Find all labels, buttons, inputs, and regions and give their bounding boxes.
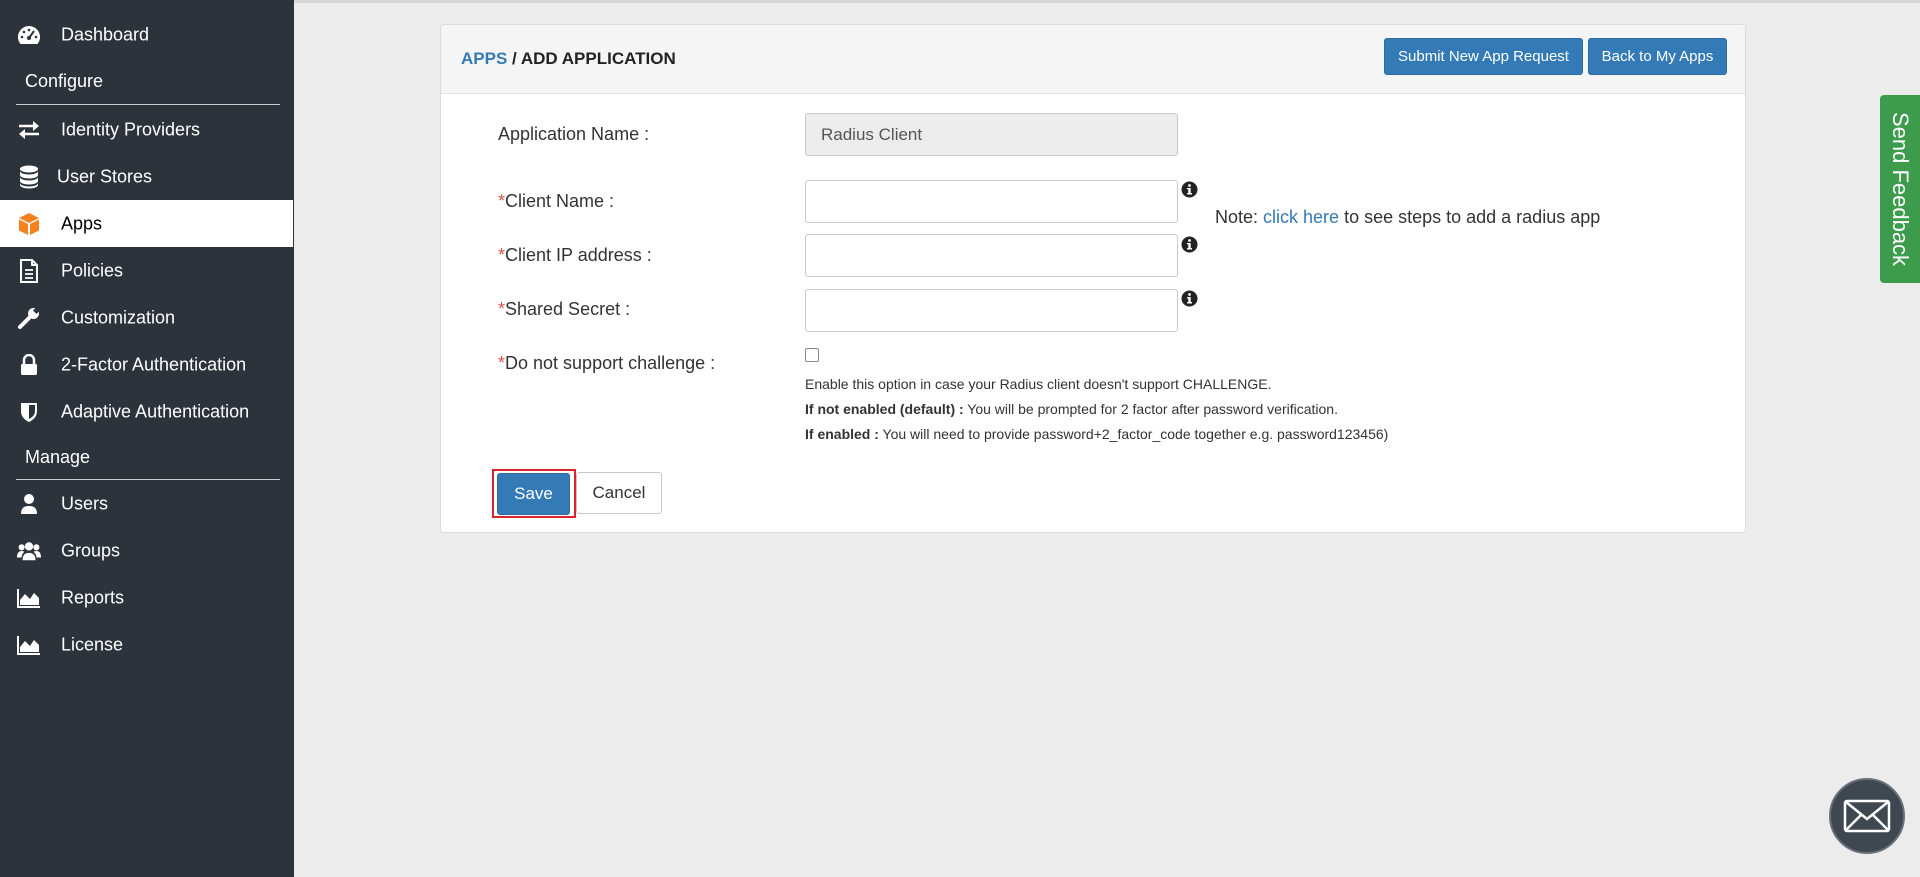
sidebar-item-label: 2-Factor Authentication: [61, 354, 247, 374]
help-text-line1: Enable this option in case your Radius c…: [805, 376, 1272, 392]
breadcrumb: APPS / ADD APPLICATION: [461, 49, 676, 69]
required-mark: *: [498, 191, 506, 211]
client-ip-field[interactable]: [805, 234, 1178, 277]
sidebar-item-reports[interactable]: Reports: [0, 574, 293, 621]
sidebar-item-label: Dashboard: [61, 24, 150, 44]
section-configure: Configure: [25, 71, 104, 91]
sidebar-item-user-stores[interactable]: User Stores: [0, 153, 293, 200]
send-feedback-tab[interactable]: Send Feedback: [1880, 95, 1920, 283]
client-ip-label-text: Client IP address :: [505, 245, 652, 265]
add-application-panel: APPS / ADD APPLICATION Submit New App Re…: [440, 24, 1746, 533]
section-manage: Manage: [25, 447, 91, 467]
shield-icon: [17, 400, 41, 424]
challenge-label-text: Do not support challenge :: [505, 353, 716, 373]
sidebar-item-apps[interactable]: Apps: [0, 200, 293, 247]
sidebar-item-label: Policies: [61, 260, 124, 280]
top-border: [294, 0, 1920, 3]
radius-note: Note: click here to see steps to add a r…: [1215, 207, 1600, 228]
application-name-label: Application Name :: [498, 124, 650, 144]
send-feedback-label: Send Feedback: [1888, 111, 1913, 267]
sidebar-item-label: User Stores: [57, 166, 153, 186]
do-not-support-challenge-checkbox[interactable]: [805, 348, 819, 362]
document-icon: [17, 258, 41, 283]
click-here-link[interactable]: click here: [1263, 207, 1339, 227]
sidebar-item-label: Adaptive Authentication: [61, 401, 250, 421]
breadcrumb-apps-link[interactable]: APPS: [461, 49, 507, 68]
sidebar-item-policies[interactable]: Policies: [0, 247, 293, 294]
required-mark: *: [498, 245, 506, 265]
sidebar-item-2fa[interactable]: 2-Factor Authentication: [0, 341, 293, 388]
help-text-line2: If not enabled (default) : You will be p…: [805, 401, 1338, 417]
info-icon[interactable]: [1181, 290, 1198, 307]
help-line2-text: You will be prompted for 2 factor after …: [963, 401, 1338, 417]
note-suffix: to see steps to add a radius app: [1339, 207, 1601, 227]
sidebar-item-label: Identity Providers: [61, 119, 201, 139]
sidebar-item-groups[interactable]: Groups: [0, 527, 293, 574]
sidebar-item-users[interactable]: Users: [0, 480, 293, 527]
help-text-line3: If enabled : You will need to provide pa…: [805, 426, 1388, 442]
back-to-my-apps-button[interactable]: Back to My Apps: [1588, 38, 1727, 75]
divider: [16, 104, 280, 105]
envelope-icon: [1843, 799, 1891, 833]
save-button[interactable]: Save: [497, 473, 570, 515]
shared-secret-field[interactable]: [805, 289, 1178, 332]
area-chart-icon: [17, 586, 41, 610]
required-mark: *: [498, 299, 506, 319]
sidebar-item-adaptive-auth[interactable]: Adaptive Authentication: [0, 388, 293, 435]
sidebar-item-label: Customization: [61, 307, 176, 327]
client-name-label: *Client Name :: [498, 191, 614, 212]
dashboard-icon: [17, 23, 41, 47]
sidebar-item-label: License: [61, 634, 124, 654]
users-group-icon: [17, 539, 41, 563]
sidebar-item-customization[interactable]: Customization: [0, 294, 293, 341]
mail-chat-button[interactable]: [1829, 778, 1905, 854]
client-ip-label: *Client IP address :: [498, 245, 652, 266]
sidebar-item-dashboard[interactable]: Dashboard: [0, 11, 293, 58]
cube-icon: [17, 212, 41, 236]
breadcrumb-separator: /: [507, 49, 521, 68]
sidebar-item-label: Apps: [61, 213, 103, 233]
submit-new-app-request-button[interactable]: Submit New App Request: [1384, 38, 1583, 75]
sidebar-item-license[interactable]: License: [0, 621, 293, 668]
help-line2-bold: If not enabled (default) :: [805, 401, 964, 417]
user-icon: [17, 492, 41, 516]
client-name-field[interactable]: [805, 180, 1178, 223]
breadcrumb-current: ADD APPLICATION: [520, 49, 676, 68]
shared-secret-label: *Shared Secret :: [498, 299, 630, 320]
sidebar-item-identity-providers[interactable]: Identity Providers: [0, 106, 293, 153]
lock-icon: [17, 353, 41, 377]
help-line3-bold: If enabled :: [805, 426, 879, 442]
panel-header: APPS / ADD APPLICATION Submit New App Re…: [441, 25, 1745, 94]
cancel-button[interactable]: Cancel: [576, 472, 662, 514]
sidebar-item-label: Reports: [61, 587, 125, 607]
shared-secret-label-text: Shared Secret :: [505, 299, 631, 319]
area-chart-icon: [17, 633, 41, 657]
required-mark: *: [498, 353, 506, 373]
info-icon[interactable]: [1181, 236, 1198, 253]
arrows-exchange-icon: [17, 118, 41, 142]
challenge-label: *Do not support challenge :: [498, 353, 715, 374]
sidebar-item-label: Users: [61, 493, 109, 513]
help-line3-text: You will need to provide password+2_fact…: [878, 426, 1389, 442]
sidebar-item-label: Groups: [61, 540, 121, 560]
client-name-label-text: Client Name :: [505, 191, 615, 211]
application-name-field[interactable]: [805, 113, 1178, 156]
note-prefix: Note:: [1215, 207, 1264, 227]
wrench-icon: [17, 306, 41, 330]
database-icon: [17, 165, 41, 189]
info-icon[interactable]: [1181, 181, 1198, 198]
sidebar: Dashboard Configure Identity Providers U…: [0, 0, 294, 877]
